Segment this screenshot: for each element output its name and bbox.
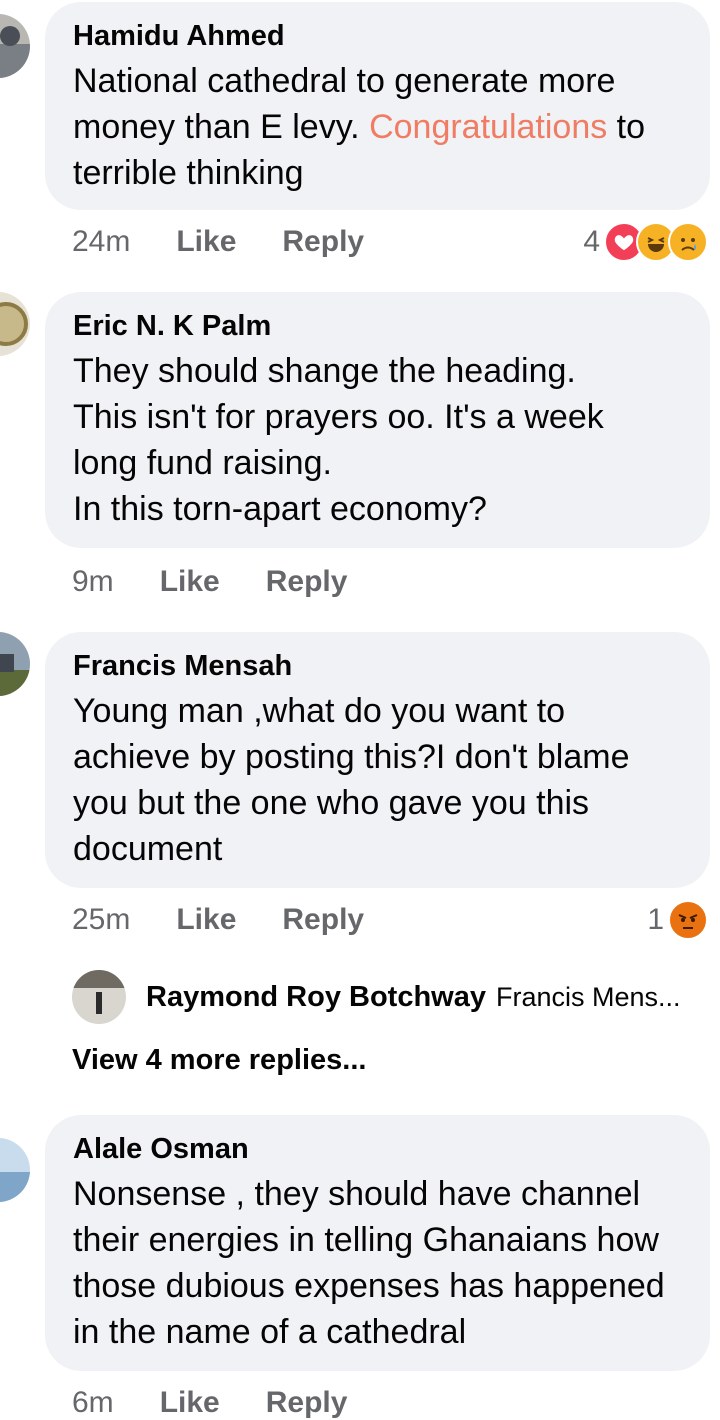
angry-icon <box>668 900 708 940</box>
comment-text: Young man ,what do you want to achieve b… <box>73 692 630 868</box>
reply-button[interactable]: Reply <box>266 565 348 599</box>
comment-time[interactable]: 25m <box>72 903 130 937</box>
like-button[interactable]: Like <box>176 903 236 937</box>
reply-author[interactable]: Raymond Roy Botchway <box>146 981 486 1014</box>
avatar[interactable] <box>0 14 30 78</box>
avatar[interactable] <box>0 632 30 696</box>
reaction-count: 1 <box>647 903 664 936</box>
comment-bubble: Alale Osman Nonsense , they should have … <box>45 1115 710 1371</box>
avatar[interactable] <box>72 970 126 1024</box>
like-button[interactable]: Like <box>160 1386 220 1420</box>
comment-author[interactable]: Alale Osman <box>73 1131 682 1167</box>
comment-text: Nonsense , they should have channel thei… <box>73 1175 665 1351</box>
reaction-summary[interactable]: 1 <box>647 900 708 940</box>
comment-actions: 24m Like Reply <box>72 225 364 259</box>
reply-button[interactable]: Reply <box>282 903 364 937</box>
view-more-replies-link[interactable]: View 4 more replies... <box>72 1044 366 1077</box>
like-button[interactable]: Like <box>176 225 236 259</box>
comment-bubble: Eric N. K Palm They should shange the he… <box>45 292 710 548</box>
reaction-summary[interactable]: 4 <box>583 222 708 262</box>
comment-bubble: Francis Mensah Young man ,what do you wa… <box>45 632 710 888</box>
comment-author[interactable]: Francis Mensah <box>73 648 682 684</box>
avatar[interactable] <box>0 1138 30 1202</box>
comment-actions: 6m Like Reply <box>72 1386 347 1420</box>
comment-actions: 9m Like Reply <box>72 565 347 599</box>
comment-text: National cathedral to generate more mone… <box>73 62 646 192</box>
reply-button[interactable]: Reply <box>266 1386 348 1420</box>
comment-time[interactable]: 24m <box>72 225 130 259</box>
reaction-count: 4 <box>583 225 600 258</box>
reply-preview-text: Francis Mens... <box>496 981 681 1012</box>
comment-author[interactable]: Eric N. K Palm <box>73 308 682 344</box>
comment-text: They should shange the heading. This isn… <box>73 352 604 528</box>
avatar[interactable] <box>0 292 30 356</box>
like-button[interactable]: Like <box>160 565 220 599</box>
comment-author[interactable]: Hamidu Ahmed <box>73 18 682 54</box>
reply-preview[interactable]: Raymond Roy Botchway Francis Mens... <box>72 970 681 1024</box>
sad-icon <box>668 222 708 262</box>
comment-actions: 25m Like Reply <box>72 903 364 937</box>
comment-time[interactable]: 9m <box>72 565 114 599</box>
reply-button[interactable]: Reply <box>282 225 364 259</box>
comment-highlight-link[interactable]: Congratulations <box>369 108 607 146</box>
comment-bubble: Hamidu Ahmed National cathedral to gener… <box>45 2 710 210</box>
comment-time[interactable]: 6m <box>72 1386 114 1420</box>
